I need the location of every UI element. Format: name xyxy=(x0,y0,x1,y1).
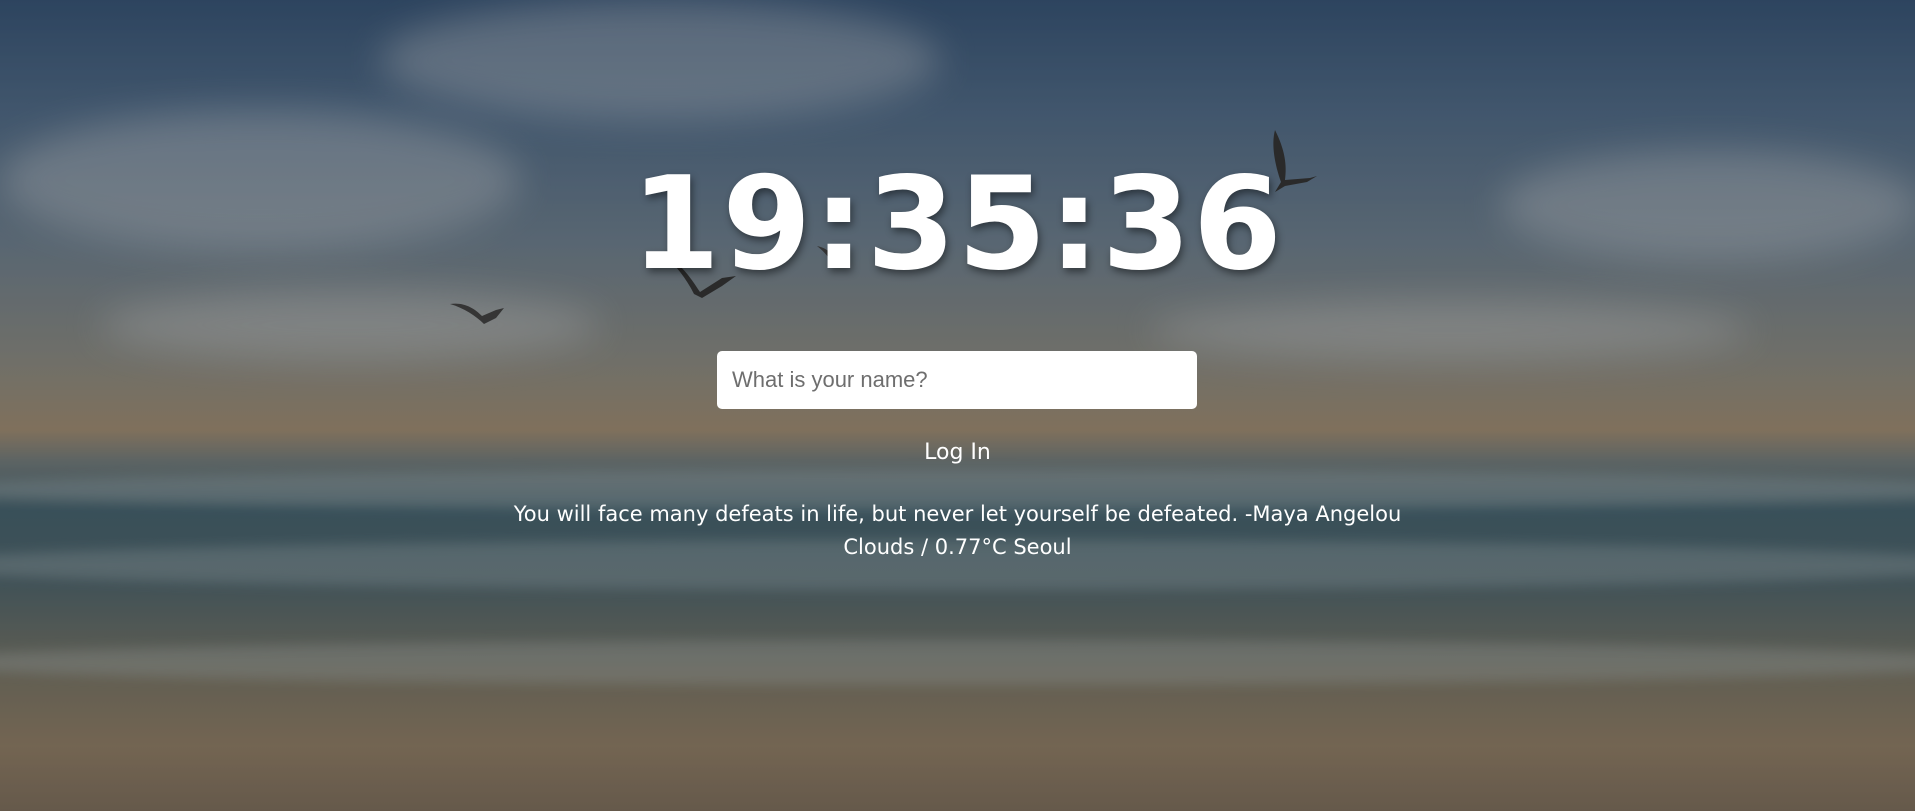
login-button[interactable]: Log In xyxy=(0,438,1915,468)
quote-text: You will face many defeats in life, but … xyxy=(513,502,1239,526)
name-input[interactable] xyxy=(717,351,1197,409)
quote-line: You will face many defeats in life, but … xyxy=(0,499,1915,529)
clock-time: 19:35:36 xyxy=(631,150,1284,299)
quote-author: -Maya Angelou xyxy=(1244,502,1402,526)
weather-info: Clouds / 0.77°C Seoul xyxy=(843,535,1072,559)
